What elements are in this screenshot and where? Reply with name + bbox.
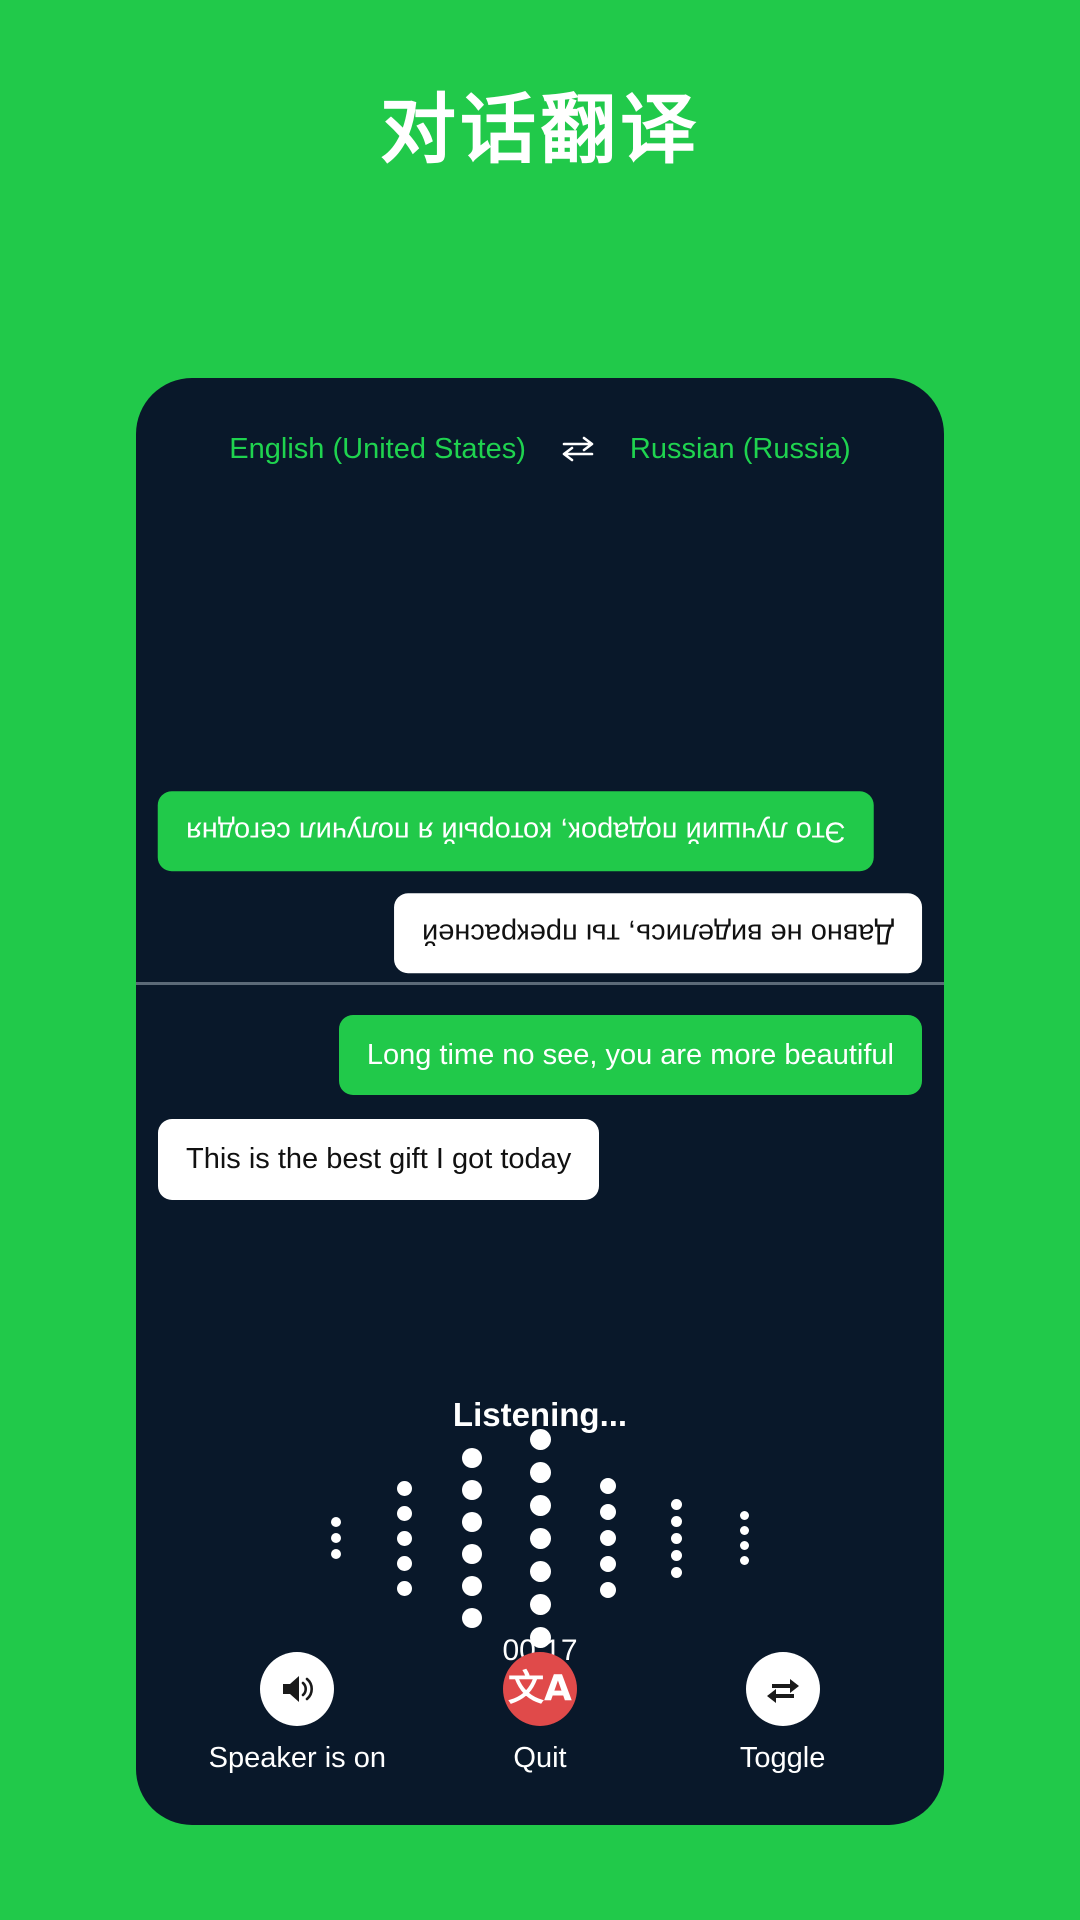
waveform-dot — [670, 1549, 682, 1561]
waveform-column — [438, 1442, 506, 1634]
waveform-dot — [462, 1576, 482, 1596]
waveform-dot — [600, 1556, 616, 1572]
waveform-dot — [739, 1526, 749, 1535]
waveform-dot — [462, 1608, 482, 1628]
toggle-direction-button[interactable]: Toggle — [678, 1652, 888, 1775]
waveform-dot — [462, 1544, 482, 1564]
waveform-dot — [529, 1560, 551, 1582]
speaker-toggle-button[interactable]: Speaker is on — [192, 1652, 402, 1775]
waveform-dot — [739, 1511, 749, 1520]
waveform-dot — [462, 1512, 482, 1532]
waveform-dot — [670, 1566, 682, 1578]
audio-waveform — [136, 1428, 944, 1648]
waveform-dot — [331, 1533, 341, 1543]
waveform-dot — [600, 1530, 616, 1546]
waveform-dot — [331, 1549, 341, 1559]
waveform-dot — [600, 1478, 616, 1494]
message-bubble-remote-1: Это лучший подарок, который я получил се… — [158, 790, 874, 871]
waveform-dot — [529, 1494, 551, 1516]
waveform-dot — [600, 1504, 616, 1520]
quit-label: Quit — [513, 1742, 567, 1774]
target-language-selector[interactable]: Russian (Russia) — [630, 433, 851, 466]
local-transcript-pane: Long time no see, you are more beautiful… — [136, 985, 944, 1200]
waveform-dot — [396, 1480, 412, 1496]
waveform-dot — [529, 1461, 551, 1483]
page-title: 对话翻译 — [380, 85, 700, 174]
translate-icon[interactable]: 文A — [502, 1652, 577, 1726]
message-bubble-local-2: This is the best gift I got today — [158, 1119, 600, 1200]
message-row: This is the best gift I got today — [158, 1119, 922, 1200]
phone-frame: English (United States) Russian (Russia)… — [136, 378, 944, 1825]
waveform-column — [642, 1496, 710, 1581]
waveform-dot — [529, 1527, 551, 1549]
remote-transcript-pane: Это лучший подарок, который я получил се… — [136, 473, 944, 983]
speaker-toggle-label: Speaker is on — [208, 1742, 386, 1774]
waveform-column — [302, 1514, 370, 1562]
waveform-dot — [396, 1555, 412, 1571]
source-language-selector[interactable]: English (United States) — [229, 433, 526, 466]
waveform-column — [506, 1423, 574, 1654]
waveform-dot — [529, 1593, 551, 1615]
waveform-dot — [670, 1515, 682, 1527]
waveform-column — [710, 1508, 778, 1568]
swap-horizontal-icon[interactable] — [560, 434, 596, 464]
waveform-dot — [739, 1556, 749, 1565]
message-row: Long time no see, you are more beautiful — [158, 1015, 922, 1096]
waveform-dot — [670, 1532, 682, 1544]
speaker-on-icon[interactable] — [260, 1652, 335, 1726]
control-bar: Speaker is on 文A Quit Toggle — [136, 1652, 944, 1775]
waveform-dot — [739, 1541, 749, 1550]
language-bar: English (United States) Russian (Russia) — [136, 425, 944, 473]
message-row: Это лучший подарок, который я получил се… — [158, 790, 922, 871]
toggle-repeat-icon[interactable] — [745, 1652, 820, 1726]
waveform-dot — [670, 1498, 682, 1510]
waveform-dot — [396, 1530, 412, 1546]
message-bubble-local-1: Long time no see, you are more beautiful — [338, 1015, 922, 1096]
waveform-dot — [600, 1582, 616, 1598]
waveform-dot — [331, 1517, 341, 1527]
message-row: Давно не виделись, ты прекрасней — [158, 892, 922, 973]
waveform-dot — [529, 1428, 551, 1450]
waveform-dot — [396, 1505, 412, 1521]
message-bubble-remote-2: Давно не виделись, ты прекрасней — [393, 892, 922, 973]
quit-button[interactable]: 文A Quit — [435, 1652, 645, 1775]
toggle-direction-label: Toggle — [739, 1742, 826, 1774]
translate-glyph: 文A — [508, 1668, 572, 1709]
waveform-dot — [462, 1448, 482, 1468]
waveform-column — [574, 1473, 642, 1603]
waveform-dot — [462, 1480, 482, 1500]
waveform-dot — [396, 1580, 412, 1596]
waveform-column — [370, 1476, 438, 1601]
